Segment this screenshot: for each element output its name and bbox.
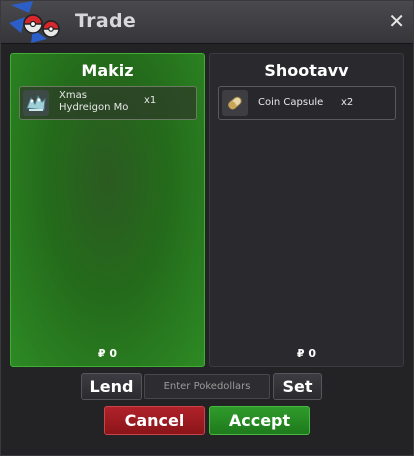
trader-name: Makiz [81,61,134,80]
hydreigon-plush-icon [23,90,49,116]
coin-capsule-icon [222,90,248,116]
money-amount: ₽ 0 [97,347,118,360]
trade-item-slot[interactable]: Xmas Hydreigon Mo x1 [19,86,197,120]
trade-item-slot[interactable]: Coin Capsule x2 [218,86,396,120]
set-button[interactable]: Set [273,373,322,400]
pokedollars-input[interactable] [144,374,270,399]
cancel-button[interactable]: Cancel [104,406,205,435]
item-quantity: x1 [144,95,157,106]
title-bar[interactable]: Trade ✕ [1,1,413,44]
item-name: Coin Capsule [258,97,324,108]
trader-name: Shootavv [264,61,349,80]
accept-button[interactable]: Accept [209,406,310,435]
trade-panel-makiz: Makiz Xmas Hydreigon Mo x1 ₽ 0 [10,53,205,367]
window-title: Trade [75,10,137,32]
item-name: Xmas Hydreigon Mo [59,90,129,113]
item-quantity: x2 [341,97,354,108]
pokeball-logo-icon [9,1,60,43]
trade-window: Trade ✕ Makiz Xmas Hydreigon Mo x1 ₽ 0 S… [0,0,414,456]
money-amount: ₽ 0 [296,347,317,360]
lend-button[interactable]: Lend [81,373,142,400]
trade-panel-shootavv: Shootavv Coin Capsule x2 ₽ 0 [209,53,404,367]
close-icon[interactable]: ✕ [388,11,405,31]
